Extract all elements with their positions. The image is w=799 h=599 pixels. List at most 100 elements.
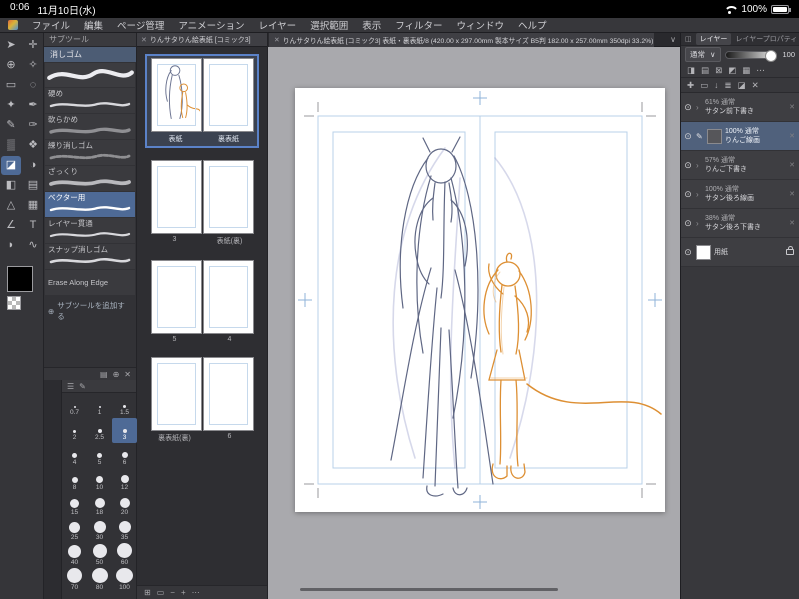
brush-size-option[interactable]: 60 xyxy=(112,543,137,568)
menu-selection[interactable]: 選択範囲 xyxy=(310,18,348,32)
menu-view[interactable]: 表示 xyxy=(362,18,381,32)
brush-size-option[interactable]: 70 xyxy=(62,568,87,593)
subtool-group-tab-eraser[interactable]: 消しゴム xyxy=(44,47,136,62)
layer-row-action-icon[interactable]: ✕ xyxy=(788,103,796,111)
chevron-right-icon[interactable]: › xyxy=(696,103,702,112)
layer-row[interactable]: ⊙ › 100% 通常 サタン後ろ線画 ✕ xyxy=(681,180,799,209)
decoration-tool-icon[interactable]: ❖ xyxy=(23,136,43,155)
brush-size-option[interactable]: 25 xyxy=(62,518,87,543)
brush-tool-icon[interactable]: ✑ xyxy=(23,116,43,135)
layer-row-action-icon[interactable]: ✕ xyxy=(788,190,796,198)
menu-file[interactable]: ファイル xyxy=(32,18,70,32)
tab-close-icon[interactable]: ✕ xyxy=(274,36,280,44)
operation-tool-icon[interactable]: ➤ xyxy=(1,36,21,55)
brush-size-option[interactable]: 1.5 xyxy=(112,393,137,418)
ruler-tool-icon[interactable]: ∠ xyxy=(1,216,21,235)
brush-size-option[interactable]: 12 xyxy=(112,468,137,493)
brush-size-option[interactable]: 15 xyxy=(62,493,87,518)
layer-row[interactable]: ⊙ › 57% 通常 りんご下書き ✕ xyxy=(681,151,799,180)
brush-size-option[interactable]: 10 xyxy=(87,468,112,493)
subtool-item-snap-eraser[interactable]: スナップ消しゴム xyxy=(45,244,135,269)
brush-size-option[interactable]: 30 xyxy=(87,518,112,543)
delete-layer-icon[interactable]: ✕ xyxy=(752,80,759,91)
spread-2[interactable]: 3 表紙(裏) xyxy=(147,160,257,246)
page-more-icon[interactable]: ⋯ xyxy=(192,588,200,597)
layer-row-action-icon[interactable]: ✕ xyxy=(788,132,796,140)
zoom-tool-icon[interactable]: ⊕ xyxy=(1,56,21,75)
brush-size-option[interactable]: 6 xyxy=(112,443,137,468)
eraser-tool-icon[interactable]: ◪ xyxy=(1,156,21,175)
page-spread-view-icon[interactable]: ▭ xyxy=(157,588,165,597)
layer-visibility-icon[interactable]: ⊙ xyxy=(683,247,693,258)
layer-row-action-icon[interactable]: ✕ xyxy=(788,161,796,169)
transfer-down-icon[interactable]: ↓ xyxy=(714,80,718,90)
frame-tool-icon[interactable]: ▦ xyxy=(23,196,43,215)
blend-tool-icon[interactable]: ◑ xyxy=(23,156,43,175)
lock-layer-icon[interactable]: ⊠ xyxy=(715,65,722,76)
brush-size-option[interactable]: 35 xyxy=(112,518,137,543)
subtool-item-vector[interactable]: ベクター用 xyxy=(45,192,135,217)
brush-size-option[interactable]: 20 xyxy=(112,493,137,518)
brush-size-option[interactable]: 2 xyxy=(62,418,87,443)
chevron-right-icon[interactable]: › xyxy=(696,161,702,170)
layer-panel-thumb-icon[interactable]: ◫ xyxy=(685,35,692,43)
layer-visibility-icon[interactable]: ⊙ xyxy=(683,189,693,200)
brush-size-option[interactable]: 50 xyxy=(87,543,112,568)
subtool-item-hard[interactable]: 硬め xyxy=(45,88,135,113)
page-zoom-out-icon[interactable]: − xyxy=(170,588,175,597)
tab-close-icon[interactable]: ✕ xyxy=(141,36,147,44)
subtool-delete-icon[interactable]: ✕ xyxy=(124,370,131,379)
foreground-color-swatch[interactable] xyxy=(7,266,33,292)
lasso-tool-icon[interactable]: ◌ xyxy=(23,76,43,95)
menu-layer[interactable]: レイヤー xyxy=(258,18,296,32)
new-layer-icon[interactable]: ✚ xyxy=(687,80,694,91)
figure-tool-icon[interactable]: △ xyxy=(1,196,21,215)
subtool-item-kneaded[interactable]: 練り消しゴム xyxy=(45,140,135,165)
subtool-menu-icon[interactable]: ▤ xyxy=(100,370,108,379)
layer-visibility-icon[interactable]: ⊙ xyxy=(683,131,693,142)
wand-tool-icon[interactable]: ✦ xyxy=(1,96,21,115)
spread-4[interactable]: 裏表紙(裏) 6 xyxy=(147,357,257,443)
subtool-item-rough[interactable]: ざっくり xyxy=(45,166,135,191)
page-zoom-in-icon[interactable]: + xyxy=(181,588,186,597)
ruler-range-icon[interactable]: ▦ xyxy=(742,65,750,76)
canvas-horizontal-scrollbar[interactable] xyxy=(300,588,558,591)
layer-more-icon[interactable]: ⋯ xyxy=(756,65,765,76)
subtool-item-soft[interactable]: 軟らかめ xyxy=(45,114,135,139)
layer-visibility-icon[interactable]: ⊙ xyxy=(683,102,693,113)
fill-tool-icon[interactable]: ◧ xyxy=(1,176,21,195)
brush-size-option-selected[interactable]: 3 xyxy=(112,418,137,443)
menu-animation[interactable]: アニメーション xyxy=(178,18,244,32)
menu-page-manage[interactable]: ページ管理 xyxy=(117,18,164,32)
brush-size-option[interactable]: 4 xyxy=(62,443,87,468)
menu-window[interactable]: ウィンドウ xyxy=(457,18,505,32)
balloon-tool-icon[interactable]: ◗ xyxy=(1,236,21,255)
brush-size-option[interactable]: 0.7 xyxy=(62,393,87,418)
tab-list-dropdown-icon[interactable]: ∨ xyxy=(670,35,680,44)
brush-size-option[interactable]: 18 xyxy=(87,493,112,518)
subtool-new-icon[interactable]: ⊕ xyxy=(113,370,120,379)
transparent-color-swatch[interactable] xyxy=(7,296,21,310)
pencil-tool-icon[interactable]: ✎ xyxy=(1,116,21,135)
add-subtool-button[interactable]: ⊕ サブツールを追加する xyxy=(44,295,136,327)
tab-layer-property[interactable]: レイヤープロパティ xyxy=(735,34,797,44)
correct-line-tool-icon[interactable]: ∿ xyxy=(23,236,43,255)
brush-size-option[interactable]: 40 xyxy=(62,543,87,568)
brush-size-option[interactable]: 8 xyxy=(62,468,87,493)
brush-size-edit-icon[interactable]: ✎ xyxy=(79,382,86,391)
brush-size-option[interactable]: 1 xyxy=(87,393,112,418)
menu-edit[interactable]: 編集 xyxy=(84,18,103,32)
menu-help[interactable]: ヘルプ xyxy=(518,18,547,32)
brush-size-option[interactable]: 2.5 xyxy=(87,418,112,443)
menu-filter[interactable]: フィルター xyxy=(395,18,442,32)
brush-size-option[interactable]: 100 xyxy=(112,568,137,593)
canvas-tab[interactable]: ✕ りんサタりん絵表紙 [コミック3] 表紙・裏表紙/8 (420.00 x 2… xyxy=(268,32,654,47)
subtool-item-layer-through[interactable]: レイヤー貫通 xyxy=(45,218,135,243)
layer-row[interactable]: ⊙ › 61% 通常 サタン前下書き ✕ xyxy=(681,93,799,122)
brush-size-menu-icon[interactable]: ☰ xyxy=(67,382,74,391)
layer-row-selected[interactable]: ⊙ ✎ 100% 通常 りんご線画 ✕ xyxy=(681,122,799,151)
tab-layer[interactable]: レイヤー xyxy=(695,33,732,45)
page-grid-view-icon[interactable]: ⊞ xyxy=(144,588,151,597)
brush-size-option[interactable]: 80 xyxy=(87,568,112,593)
airbrush-tool-icon[interactable]: ▒ xyxy=(1,136,21,155)
